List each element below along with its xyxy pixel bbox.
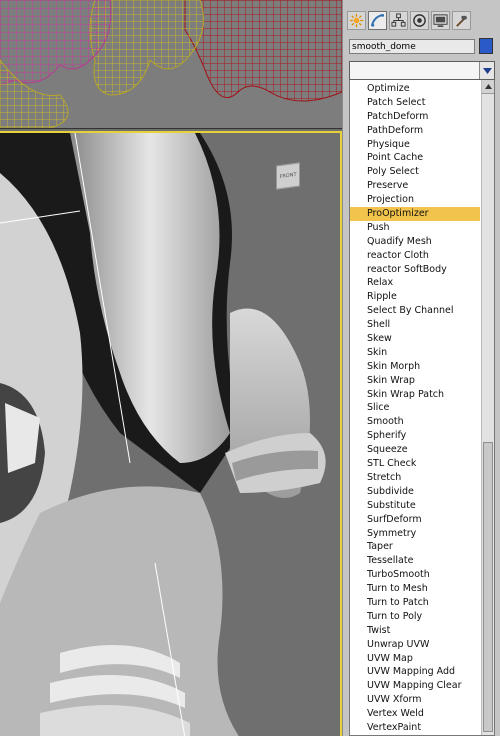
modifier-list-item[interactable]: UVW Map bbox=[350, 652, 480, 666]
modifier-list-item[interactable]: Turn to Poly bbox=[350, 610, 480, 624]
modifier-list-item[interactable]: Preserve bbox=[350, 179, 480, 193]
modify-icon bbox=[370, 13, 385, 27]
modifier-list-item[interactable]: Substitute bbox=[350, 499, 480, 513]
scroll-thumb[interactable] bbox=[483, 442, 493, 732]
modifier-list-item[interactable]: Shell bbox=[350, 318, 480, 332]
modifier-list-item[interactable]: Turn to Mesh bbox=[350, 582, 480, 596]
chevron-up-icon bbox=[484, 84, 492, 89]
modifier-list-item[interactable]: Squeeze bbox=[350, 443, 480, 457]
modifier-list-item[interactable]: reactor SoftBody bbox=[350, 263, 480, 277]
command-panel-tabs bbox=[343, 0, 500, 30]
modifier-list[interactable]: Optimize Patch Select PatchDeform PathDefor… bbox=[349, 80, 495, 736]
modifier-list-item[interactable]: Spherify bbox=[350, 429, 480, 443]
modifier-list-item[interactable]: Ripple bbox=[350, 290, 480, 304]
modifier-list-item[interactable]: Turn to Patch bbox=[350, 596, 480, 610]
modifier-list-item[interactable]: Slice bbox=[350, 401, 480, 415]
modifier-list-item[interactable]: Projection bbox=[350, 193, 480, 207]
modifier-list-item[interactable]: Poly Select bbox=[350, 165, 480, 179]
command-panel: smooth_dome Optimize Patch Select PatchDef… bbox=[342, 0, 500, 736]
modifier-list-item[interactable]: Physique bbox=[350, 138, 480, 152]
modifier-list-item[interactable]: Subdivide bbox=[350, 485, 480, 499]
tab-utilities[interactable] bbox=[452, 11, 471, 30]
perspective-viewport[interactable]: FRONT bbox=[0, 131, 342, 736]
tab-modify[interactable] bbox=[368, 11, 387, 30]
shaded-model-render bbox=[0, 133, 340, 736]
modifier-list-item[interactable]: TurboSmooth bbox=[350, 568, 480, 582]
modifier-list-item[interactable]: UVW Xform bbox=[350, 693, 480, 707]
tab-create[interactable] bbox=[347, 11, 366, 30]
modifier-list-item[interactable]: Push bbox=[350, 221, 480, 235]
modifier-list-item[interactable]: Unwrap UVW bbox=[350, 638, 480, 652]
viewcube[interactable]: FRONT bbox=[276, 162, 300, 190]
modifier-list-dropdown[interactable] bbox=[349, 61, 495, 80]
modifier-list-item[interactable]: Relax bbox=[350, 276, 480, 290]
modifier-list-item[interactable]: Taper bbox=[350, 540, 480, 554]
dropdown-arrow[interactable] bbox=[479, 62, 494, 79]
modifier-list-item[interactable]: SurfDeform bbox=[350, 513, 480, 527]
modifier-list-item[interactable]: Tessellate bbox=[350, 554, 480, 568]
modifier-list-item[interactable]: UVW Mapping Clear bbox=[350, 679, 480, 693]
display-icon bbox=[433, 14, 448, 27]
object-color-swatch[interactable] bbox=[479, 38, 493, 54]
modifier-list-item[interactable]: Quadify Mesh bbox=[350, 235, 480, 249]
tab-motion[interactable] bbox=[410, 11, 429, 30]
modifier-list-item[interactable]: Stretch bbox=[350, 471, 480, 485]
modifier-list-item[interactable]: UVW Mapping Add bbox=[350, 665, 480, 679]
modifier-list-item[interactable]: Skin Wrap bbox=[350, 374, 480, 388]
modifier-list-item[interactable]: Smooth bbox=[350, 415, 480, 429]
modifier-list-item[interactable]: Symmetry bbox=[350, 527, 480, 541]
hierarchy-icon bbox=[391, 13, 406, 27]
motion-icon bbox=[413, 14, 426, 27]
create-icon bbox=[349, 13, 364, 28]
modifier-list-item[interactable]: Patch Select bbox=[350, 96, 480, 110]
top-viewport[interactable] bbox=[0, 0, 342, 129]
modifier-items: Optimize Patch Select PatchDeform PathDefor… bbox=[350, 82, 480, 735]
modifier-list-item[interactable]: PatchDeform bbox=[350, 110, 480, 124]
modifier-list-item[interactable]: Vertex Weld bbox=[350, 707, 480, 721]
modifier-list-item[interactable]: VertexPaint bbox=[350, 721, 480, 735]
modifier-list-item[interactable]: Skin Morph bbox=[350, 360, 480, 374]
tab-hierarchy[interactable] bbox=[389, 11, 408, 30]
modifier-list-item[interactable]: Skew bbox=[350, 332, 480, 346]
object-name-field[interactable]: smooth_dome bbox=[349, 39, 475, 54]
wireframe-render bbox=[0, 0, 342, 128]
modifier-list-item[interactable]: STL Check bbox=[350, 457, 480, 471]
modifier-list-item[interactable]: Select By Channel bbox=[350, 304, 480, 318]
modifier-list-item[interactable]: Skin bbox=[350, 346, 480, 360]
modifier-list-item[interactable]: Twist bbox=[350, 624, 480, 638]
viewcube-label: FRONT bbox=[279, 171, 297, 181]
modifier-list-item[interactable]: Point Cache bbox=[350, 151, 480, 165]
modifier-dropdown-value bbox=[350, 70, 353, 80]
scroll-up-button[interactable] bbox=[482, 80, 494, 94]
modifier-list-item[interactable]: Skin Wrap Patch bbox=[350, 388, 480, 402]
modifier-list-item[interactable]: ProOptimizer bbox=[350, 207, 480, 221]
utilities-icon bbox=[456, 15, 468, 27]
modifier-list-item[interactable]: Optimize bbox=[350, 82, 480, 96]
chevron-down-icon bbox=[482, 67, 492, 74]
modifier-list-item[interactable]: reactor Cloth bbox=[350, 249, 480, 263]
modifier-list-scrollbar[interactable] bbox=[481, 80, 494, 735]
tab-display[interactable] bbox=[431, 11, 450, 30]
modifier-list-item[interactable]: PathDeform bbox=[350, 124, 480, 138]
